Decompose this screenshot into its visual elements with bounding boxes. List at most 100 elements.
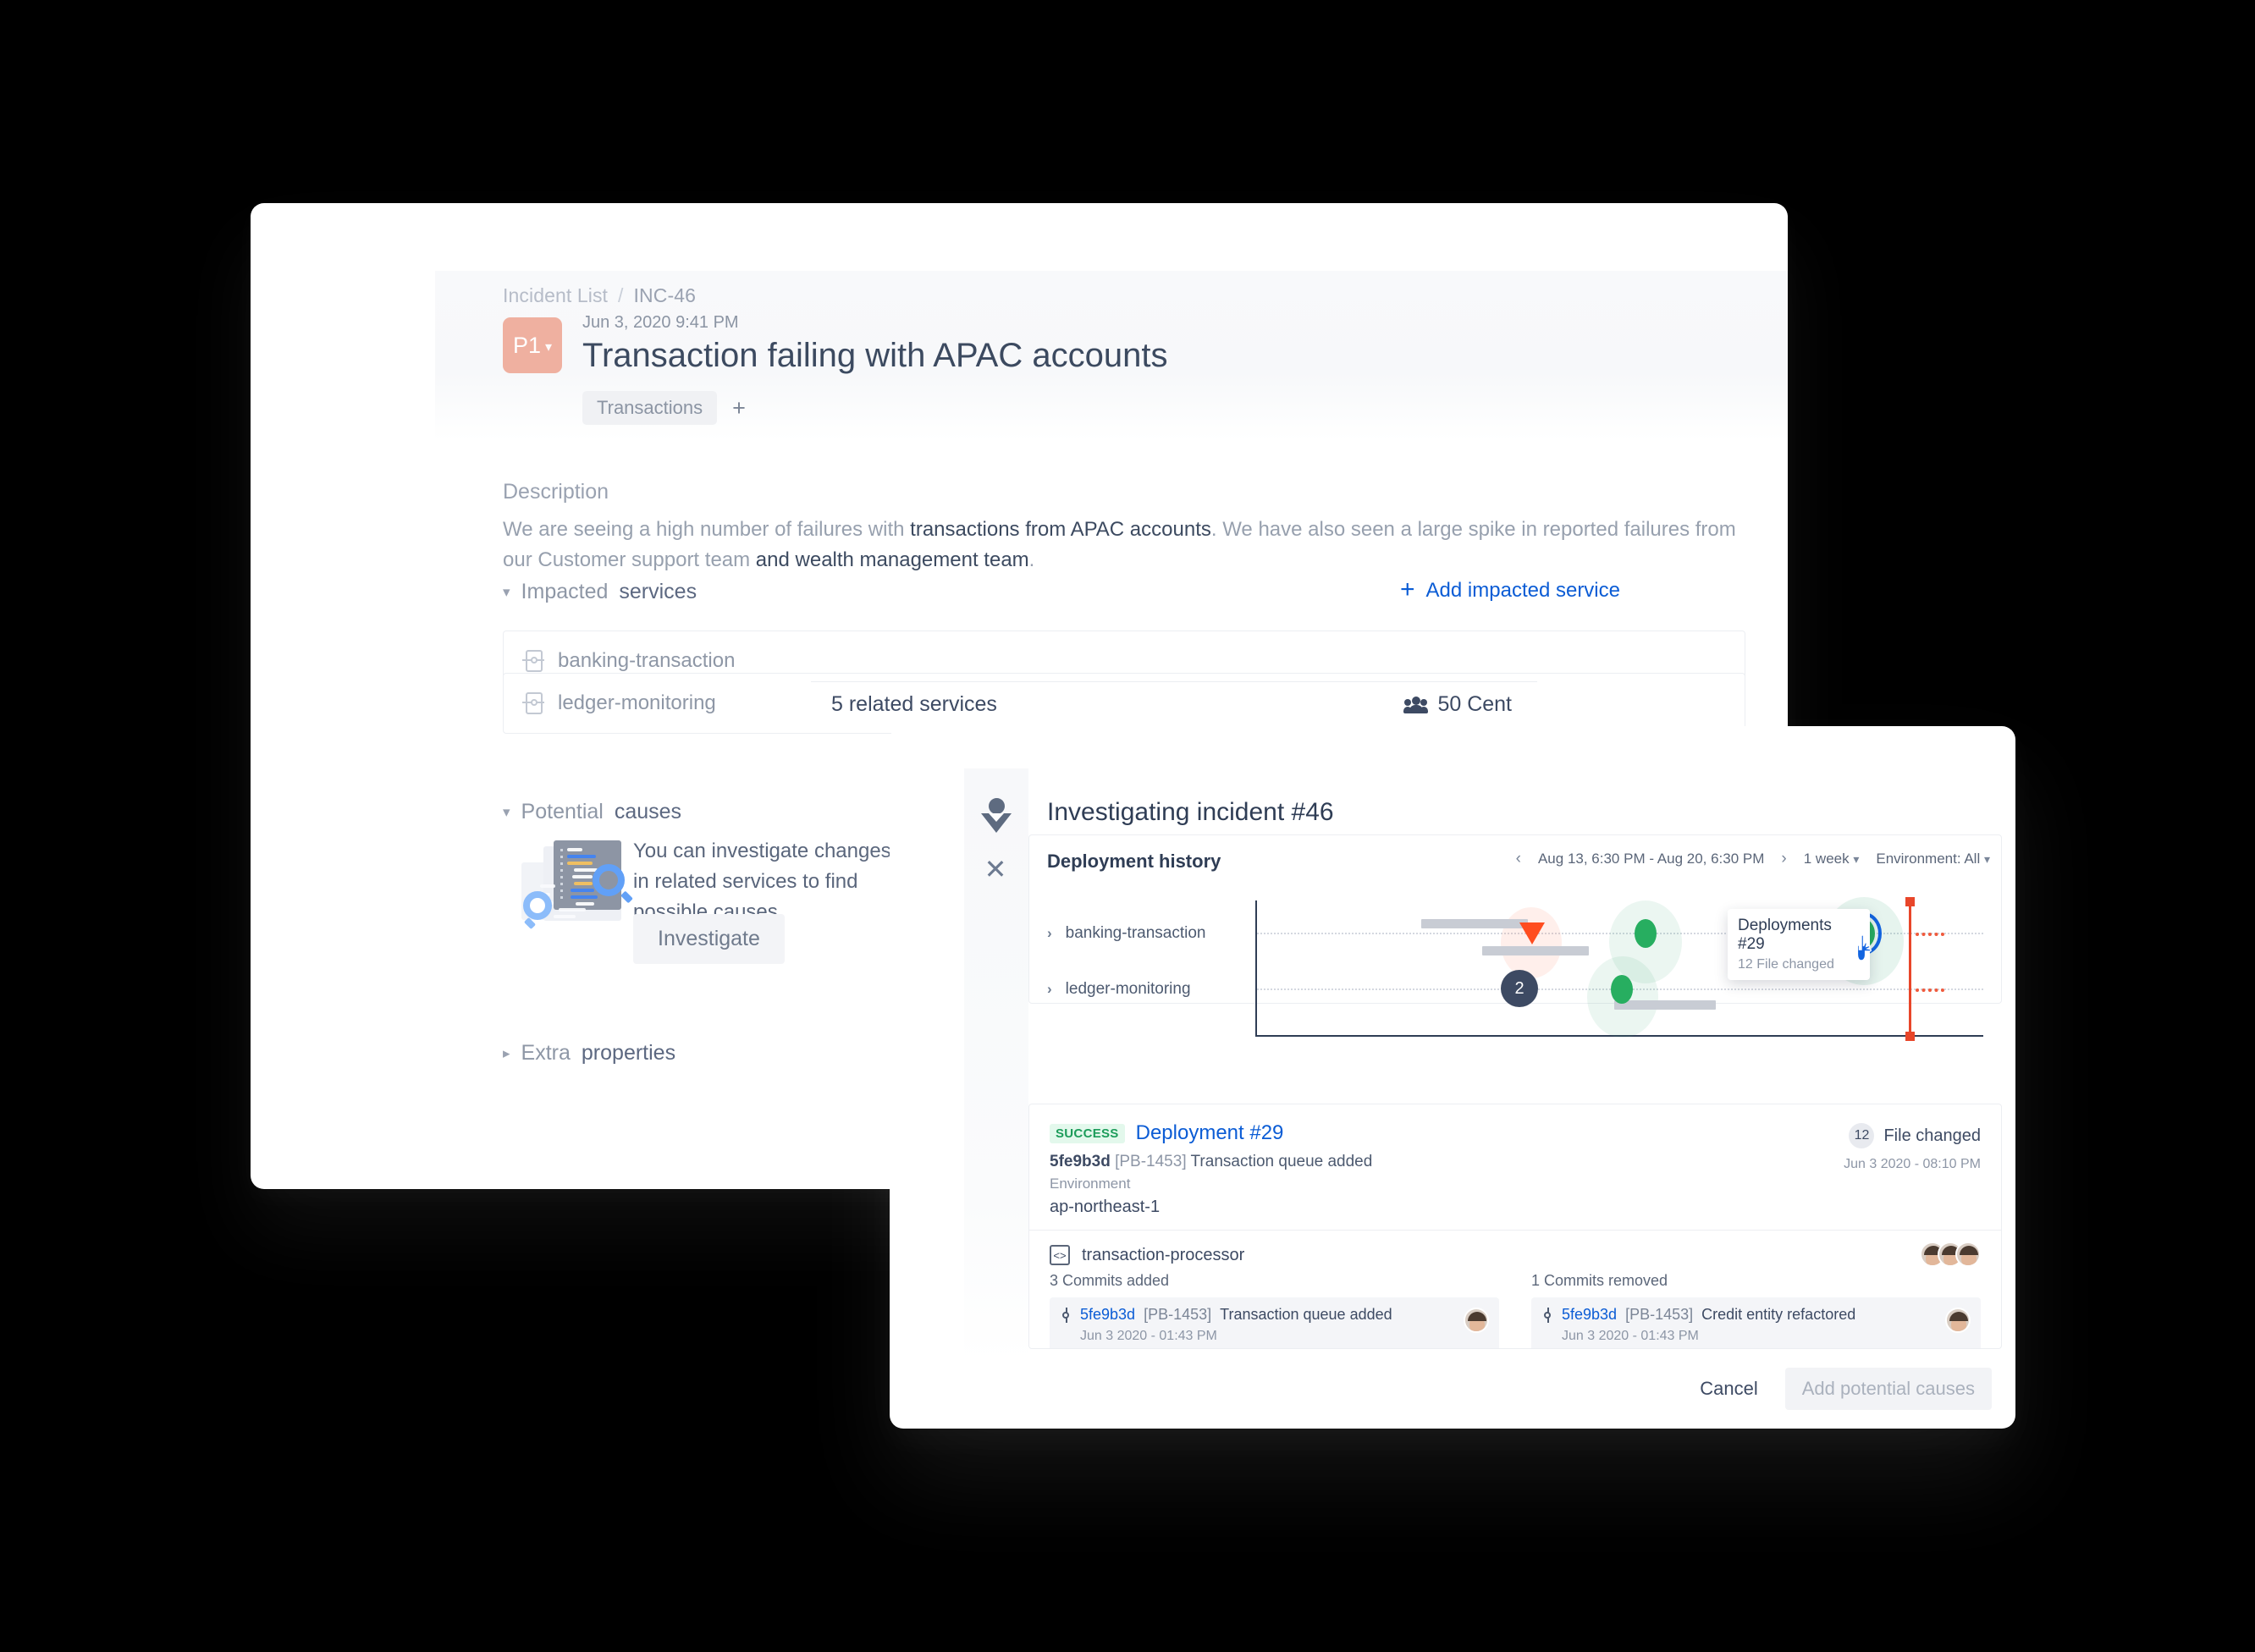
chevron-right-icon: ▸ (503, 1044, 510, 1061)
impacted-service-name: ledger-monitoring (558, 691, 716, 714)
page-title: Transaction failing with APAC accounts (582, 337, 1168, 374)
code-icon: <> (1050, 1245, 1070, 1265)
people-icon (1403, 696, 1429, 713)
commits-added-column: 3 Commits added 5fe9b3d [PB-1453] Transa… (1050, 1272, 1499, 1348)
breadcrumb-current: INC-46 (633, 284, 696, 306)
potential-causes-label-light: Potential (521, 800, 604, 823)
interval-value: 1 week (1803, 851, 1850, 867)
impacted-service-name: banking-transaction (558, 649, 736, 672)
deployment-date: Jun 3 2020 - 08:10 PM (1844, 1157, 1981, 1171)
commit-key: [PB-1453] (1625, 1306, 1694, 1323)
repository-row: <> transaction-processor (1050, 1245, 1244, 1265)
potential-causes-header[interactable]: ▾ Potential causes (503, 800, 681, 824)
deployment-card: SUCCESS Deployment #29 5fe9b3d [PB-1453]… (1028, 1104, 2002, 1349)
commits-columns: 3 Commits added 5fe9b3d [PB-1453] Transa… (1050, 1272, 1981, 1348)
failed-deployment-marker[interactable] (1519, 922, 1545, 944)
commit-hash[interactable]: 5fe9b3d (1080, 1306, 1135, 1324)
deployment-summary: SUCCESS Deployment #29 5fe9b3d [PB-1453]… (1029, 1104, 2001, 1216)
chart-row-ledger-monitoring[interactable]: › ledger-monitoring (1047, 980, 1191, 999)
successful-deployment-marker[interactable] (1635, 919, 1657, 948)
tag-transactions[interactable]: Transactions (582, 391, 718, 425)
service-icon (522, 692, 544, 714)
screen: Incident List / INC-46 P1 ▾ Jun 3, 2020 9:… (0, 0, 2255, 1652)
priority-badge[interactable]: P1 ▾ (503, 317, 562, 373)
chart-row-label: banking-transaction (1065, 924, 1206, 942)
deployment-timeline-chart: › banking-transaction › ledger-monitorin… (1028, 895, 2002, 1262)
description-part-4: . (1028, 548, 1035, 572)
chevron-right-icon: › (1047, 925, 1052, 941)
deployment-cluster-marker[interactable]: 2 (1501, 970, 1538, 1007)
incident-timestamp: Jun 3, 2020 9:41 PM (582, 313, 739, 332)
tag-row: Transactions + (582, 391, 746, 425)
commit-message: Credit entity refactored (1701, 1306, 1856, 1323)
deployment-commit-line: 5fe9b3d [PB-1453] Transaction queue adde… (1050, 1153, 1981, 1171)
avatar (1945, 1308, 1971, 1333)
file-changed-label: File changed (1883, 1126, 1981, 1145)
close-icon[interactable]: ✕ (983, 856, 1008, 883)
potential-causes-label-bold: causes (614, 800, 682, 823)
file-changed: 12 File changed (1849, 1123, 1981, 1148)
y-axis (1255, 900, 1257, 1036)
projection-dots-row1 (1916, 933, 1944, 936)
related-services-count: 5 related services (831, 692, 997, 716)
commit-icon (1061, 1307, 1072, 1323)
file-changed-count: 12 (1849, 1123, 1875, 1148)
commit-message: Transaction queue added (1220, 1306, 1392, 1323)
deployment-tooltip: Deployments #29 12 File changed (1728, 909, 1870, 980)
environment-label: Environment (1050, 1176, 1131, 1192)
cancel-button[interactable]: Cancel (1688, 1369, 1769, 1408)
cursor-pointer-icon (1856, 934, 1872, 961)
projection-dots-row2 (1916, 988, 1944, 992)
description-part-1: We are seeing a high number of failures … (503, 518, 911, 541)
commits-added-title: 3 Commits added (1050, 1272, 1170, 1289)
chevron-down-icon: ▾ (545, 340, 553, 355)
add-potential-causes-button[interactable]: Add potential causes (1784, 1368, 1992, 1410)
incident-bar-3 (1614, 1000, 1716, 1010)
commit-icon (1543, 1307, 1553, 1323)
add-impacted-service-button[interactable]: + Add impacted service (1400, 577, 1620, 603)
environment-select[interactable]: Environment: All ▾ (1876, 851, 1990, 867)
breadcrumb-root[interactable]: Incident List (503, 284, 608, 306)
deployment-commit-key: [PB-1453] (1115, 1153, 1187, 1170)
add-tag-button[interactable]: + (732, 396, 746, 420)
interval-select[interactable]: 1 week ▾ (1804, 851, 1860, 867)
chart-plot-area: 2 Deployments #29 12 File changed (1255, 895, 1983, 1044)
commit-hash[interactable]: 5fe9b3d (1562, 1306, 1617, 1324)
commit-item[interactable]: 5fe9b3d [PB-1453] Transaction queue adde… (1050, 1297, 1499, 1348)
chevron-down-icon: ▾ (503, 803, 510, 820)
deployment-link[interactable]: Deployment #29 (1136, 1121, 1284, 1145)
description-highlight-2: and wealth management team (755, 548, 1029, 572)
people-count-label: 50 Cent (1437, 692, 1512, 716)
modal-body: ✕ Investigating incident #46 Deployment … (890, 726, 2015, 1429)
next-range-button[interactable]: › (1781, 850, 1786, 868)
investigate-button[interactable]: Investigate (633, 914, 785, 964)
repository-name: transaction-processor (1082, 1245, 1245, 1264)
breadcrumb-separator: / (618, 284, 624, 306)
description-highlight-1: transactions from APAC accounts (910, 518, 1211, 541)
contributor-avatars (1920, 1242, 1981, 1267)
current-time-marker (1905, 897, 1915, 1041)
prev-range-button[interactable]: ‹ (1516, 850, 1521, 868)
description-text: We are seeing a high number of failures … (503, 515, 1739, 576)
successful-deployment-marker-row2[interactable] (1611, 975, 1633, 1004)
chart-row-banking-transaction[interactable]: › banking-transaction (1047, 924, 1206, 943)
incident-bar-2 (1482, 946, 1589, 955)
service-icon (522, 650, 544, 672)
commit-date: Jun 3 2020 - 01:43 PM (1562, 1329, 1699, 1343)
commits-removed-column: 1 Commits removed 5fe9b3d [PB-1453] Cred… (1531, 1272, 1981, 1348)
description-part-2: . We have also seen a large spike in rep… (1210, 518, 1619, 541)
divider (1029, 1230, 2001, 1231)
chevron-down-icon: ▾ (1983, 852, 1990, 866)
impacted-services-header[interactable]: ▾ Impacted services (503, 580, 697, 604)
chevron-down-icon: ▾ (503, 583, 510, 600)
chart-row-label: ledger-monitoring (1065, 980, 1191, 998)
deployment-history-title: Deployment history (1047, 851, 1221, 872)
extra-properties-header[interactable]: ▸ Extra properties (503, 1041, 675, 1066)
environment-value: ap-northeast-1 (1050, 1198, 1161, 1216)
commit-item[interactable]: 5fe9b3d [PB-1453] Credit entity refactor… (1531, 1297, 1981, 1348)
date-range-label: Aug 13, 6:30 PM - Aug 20, 6:30 PM (1537, 851, 1765, 867)
investigate-modal: ✕ Investigating incident #46 Deployment … (890, 726, 2015, 1429)
modal-footer: Cancel Add potential causes (1688, 1368, 1992, 1410)
avatar (1464, 1308, 1489, 1333)
incident-bar-1 (1421, 919, 1528, 928)
